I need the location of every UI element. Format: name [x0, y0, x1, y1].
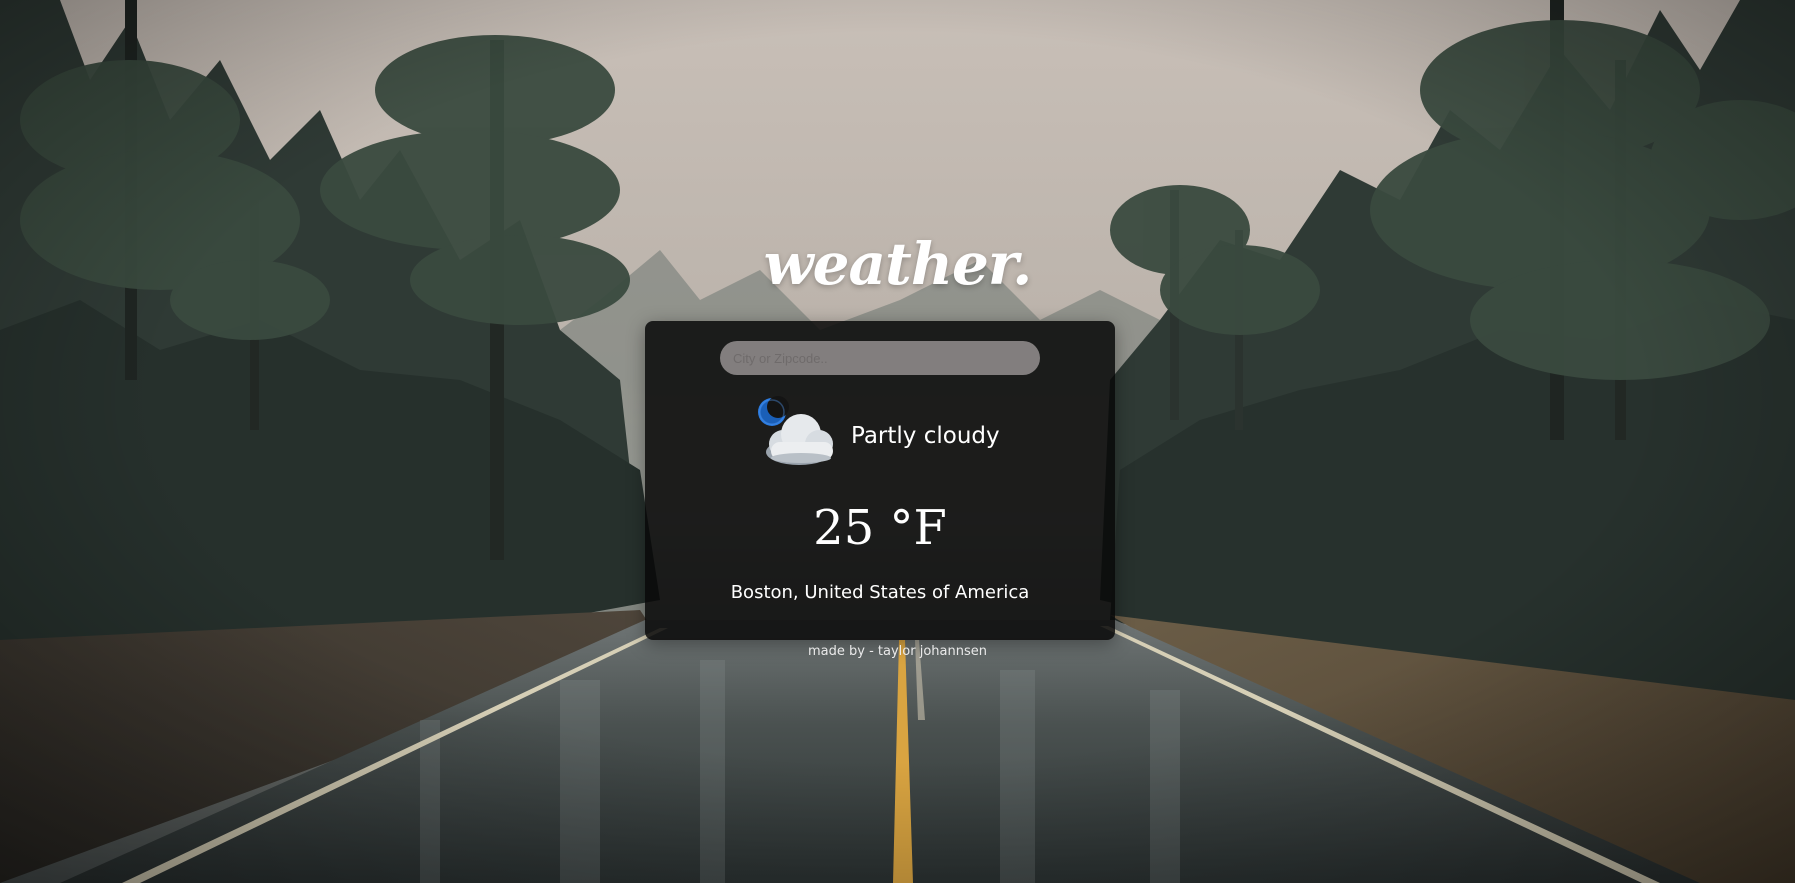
search-bar[interactable]: [720, 341, 1040, 375]
location-text: Boston, United States of America: [730, 582, 1030, 603]
temperature: 25 °F: [813, 500, 947, 556]
condition-row: Partly cloudy: [755, 391, 1000, 471]
search-input[interactable]: [731, 349, 1040, 367]
app-logo: weather.: [763, 230, 1033, 298]
moon-cloud-icon: [758, 396, 833, 465]
footer-credit: made by - taylor johannsen: [808, 644, 987, 659]
weather-card: Partly cloudy 25 °F Boston, United State…: [645, 321, 1115, 640]
condition-text: Partly cloudy: [851, 423, 1000, 449]
